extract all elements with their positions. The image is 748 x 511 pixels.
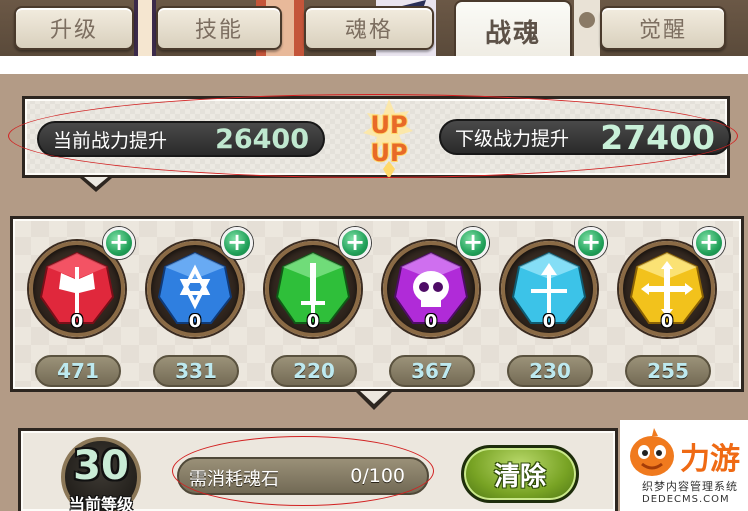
watermark-line-1: 织梦内容管理系统 bbox=[642, 480, 738, 493]
gem-count: 0 bbox=[424, 311, 438, 332]
current-power-pill: 当前战力提升 26400 bbox=[37, 121, 325, 157]
up-arrow-icon: UP UP bbox=[363, 99, 413, 179]
gem-slot-green[interactable]: 0 + 220 bbox=[259, 227, 371, 387]
tab-bar-divider bbox=[0, 56, 748, 74]
gem-stat: 367 bbox=[389, 355, 475, 387]
gem-slot-purple[interactable]: 0 + 367 bbox=[377, 227, 489, 387]
soul-stone-cost: 需消耗魂石 0/100 bbox=[177, 457, 429, 495]
character-art-fragment bbox=[574, 0, 600, 56]
cost-label: 需消耗魂石 bbox=[189, 469, 279, 490]
next-power-pill: 下级战力提升 27400 bbox=[439, 117, 731, 157]
gem-slot-blue[interactable]: 0 + 331 bbox=[141, 227, 253, 387]
gem-count: 0 bbox=[70, 311, 84, 332]
tab-bar: 升级 技能 魂格 战魂 觉醒 bbox=[0, 0, 748, 60]
power-panel: 当前战力提升 26400 UP UP 下级战力提升 27400 bbox=[22, 96, 731, 179]
tab-battle-soul[interactable]: 战魂 bbox=[454, 0, 572, 60]
tab-skills[interactable]: 技能 bbox=[156, 6, 282, 50]
next-power-value: 27400 bbox=[600, 117, 715, 157]
current-level-value: 30 bbox=[73, 443, 129, 489]
svg-text:UP: UP bbox=[370, 111, 407, 139]
gem-count: 0 bbox=[660, 311, 674, 332]
panel-pointer-inner bbox=[360, 391, 388, 404]
gem-stat: 230 bbox=[507, 355, 593, 387]
tab-awaken[interactable]: 觉醒 bbox=[600, 6, 726, 50]
clear-button[interactable]: 清除 bbox=[461, 445, 579, 503]
panel-pointer-inner bbox=[84, 177, 108, 187]
add-gem-button[interactable]: + bbox=[693, 227, 725, 259]
gem-slot-red[interactable]: 0 + 471 bbox=[23, 227, 135, 387]
gem-count: 0 bbox=[306, 311, 320, 332]
character-art-fragment bbox=[134, 0, 156, 56]
gem-stat: 255 bbox=[625, 355, 711, 387]
cost-value: 0/100 bbox=[350, 465, 405, 487]
gem-count: 0 bbox=[542, 311, 556, 332]
gem-slot-cyan[interactable]: 0 + 230 bbox=[495, 227, 607, 387]
add-gem-button[interactable]: + bbox=[103, 227, 135, 259]
gem-stat: 471 bbox=[35, 355, 121, 387]
mascot-logo-icon bbox=[630, 428, 674, 476]
add-gem-button[interactable]: + bbox=[575, 227, 607, 259]
current-power-value: 26400 bbox=[215, 123, 309, 155]
current-power-label: 当前战力提升 bbox=[53, 129, 168, 152]
watermark: 力游 织梦内容管理系统 DEDECMS.COM bbox=[620, 420, 748, 511]
watermark-brand: 力游 bbox=[680, 442, 740, 477]
add-gem-button[interactable]: + bbox=[221, 227, 253, 259]
current-level-label: 当前等级 bbox=[68, 495, 133, 511]
add-gem-button[interactable]: + bbox=[339, 227, 371, 259]
add-gem-button[interactable]: + bbox=[457, 227, 489, 259]
watermark-line-2: DEDECMS.COM bbox=[642, 494, 730, 505]
tab-upgrade[interactable]: 升级 bbox=[14, 6, 134, 50]
gem-stat: 331 bbox=[153, 355, 239, 387]
gem-slot-yellow[interactable]: 0 + 255 bbox=[613, 227, 725, 387]
gem-panel: 0 + 471 0 + 331 0 + 220 0 + 367 0 + 230 … bbox=[10, 216, 744, 392]
level-panel: 30 当前等级 需消耗魂石 0/100 清除 bbox=[18, 428, 618, 511]
gem-stat: 220 bbox=[271, 355, 357, 387]
gem-count: 0 bbox=[188, 311, 202, 332]
tab-soul-grid[interactable]: 魂格 bbox=[304, 6, 434, 50]
next-power-label: 下级战力提升 bbox=[455, 127, 570, 150]
